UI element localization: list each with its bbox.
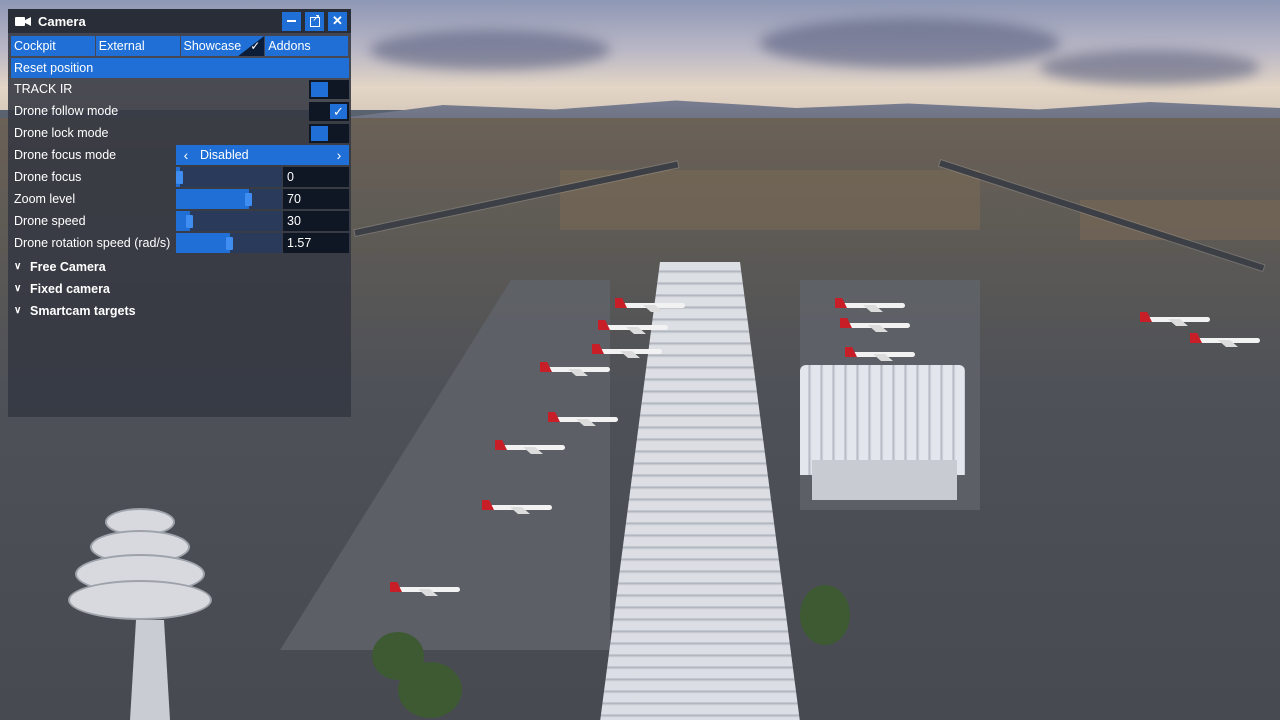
panel-title: Camera [38, 13, 86, 29]
chevron-down-icon: ∨ [14, 283, 22, 294]
control-tower-top [68, 508, 212, 628]
camera-tabs: Cockpit External Showcase ✓ Addons [8, 36, 351, 56]
slider-handle[interactable] [186, 215, 193, 228]
aircraft [390, 582, 460, 596]
tab-addons[interactable]: Addons [265, 36, 348, 56]
tab-external[interactable]: External [95, 36, 180, 56]
drone-focus-value[interactable]: 0 [283, 167, 349, 187]
drone-lock-mode-label: Drone lock mode [14, 126, 109, 140]
aircraft [540, 362, 610, 376]
drone-focus-mode-row: Drone focus mode ‹ Disabled › [8, 144, 351, 166]
minimize-button[interactable] [282, 11, 301, 31]
track-ir-label: TRACK IR [14, 82, 73, 96]
drone-rotation-speed-value[interactable]: 1.57 [283, 233, 349, 253]
slider-handle[interactable] [226, 237, 233, 250]
zoom-level-value[interactable]: 70 [283, 189, 349, 209]
slider-handle[interactable] [176, 171, 183, 184]
tree [398, 662, 462, 718]
drone-lock-mode-toggle[interactable] [309, 124, 349, 143]
chevron-left-icon[interactable]: ‹ [178, 145, 194, 165]
tab-showcase[interactable]: Showcase ✓ [180, 36, 265, 56]
chevron-down-icon: ∨ [14, 261, 22, 272]
tab-label: Cockpit [14, 39, 56, 53]
checkmark-icon: ✓ [250, 39, 261, 53]
drone-follow-mode-row: Drone follow mode ✓ [8, 100, 351, 122]
drone-speed-value[interactable]: 30 [283, 211, 349, 231]
tab-label: External [98, 39, 145, 53]
section-label: Smartcam targets [30, 304, 136, 318]
drone-rotation-speed-slider[interactable] [176, 233, 282, 253]
popout-button[interactable] [305, 11, 324, 31]
zoom-level-row: Zoom level 70 [8, 188, 351, 210]
aircraft [845, 347, 915, 361]
checkmark-icon: ✓ [330, 104, 347, 119]
drone-focus-label: Drone focus [14, 170, 82, 184]
drone-lock-mode-row: Drone lock mode [8, 122, 351, 144]
drone-speed-row: Drone speed 30 [8, 210, 351, 232]
terminal-satellite-roof [800, 365, 965, 475]
aircraft [592, 344, 662, 358]
section-label: Fixed camera [30, 282, 110, 296]
chevron-down-icon: ∨ [14, 305, 22, 316]
section-free-camera[interactable]: ∨ Free Camera [8, 256, 351, 278]
aircraft [615, 298, 685, 312]
panel-titlebar[interactable]: Camera ✕ [8, 9, 351, 33]
aircraft [1140, 312, 1210, 326]
aircraft [598, 320, 668, 334]
aircraft [482, 500, 552, 514]
close-button[interactable]: ✕ [328, 11, 347, 31]
video-camera-icon [15, 16, 31, 26]
cloud [1040, 50, 1260, 85]
camera-panel: Camera ✕ Cockpit External Showcase ✓ Addo… [8, 9, 351, 417]
tree [800, 585, 850, 645]
control-tower-stem [130, 620, 170, 720]
drone-rotation-speed-row: Drone rotation speed (rad/s) 1.57 [8, 232, 351, 254]
zoom-level-slider[interactable] [176, 189, 282, 209]
drone-focus-row: Drone focus 0 [8, 166, 351, 188]
drone-rotation-speed-label: Drone rotation speed (rad/s) [14, 236, 171, 250]
drone-focus-mode-selector[interactable]: ‹ Disabled › [176, 145, 349, 165]
drone-focus-slider[interactable] [176, 167, 282, 187]
chevron-right-icon[interactable]: › [331, 145, 347, 165]
aircraft [835, 298, 905, 312]
drone-focus-mode-value: Disabled [200, 148, 249, 162]
section-label: Free Camera [30, 260, 106, 274]
aircraft [548, 412, 618, 426]
aircraft [840, 318, 910, 332]
tab-label: Addons [268, 39, 311, 53]
track-ir-row: TRACK IR [8, 78, 351, 100]
track-ir-toggle[interactable] [309, 80, 349, 99]
drone-speed-label: Drone speed [14, 214, 86, 228]
tab-label: Showcase [183, 39, 242, 53]
slider-handle[interactable] [245, 193, 252, 206]
drone-follow-mode-label: Drone follow mode [14, 104, 119, 118]
reset-position-button[interactable]: Reset position [11, 58, 349, 78]
cloud [760, 18, 1060, 68]
tab-cockpit[interactable]: Cockpit [11, 36, 95, 56]
aircraft [495, 440, 565, 454]
drone-focus-mode-label: Drone focus mode [14, 148, 117, 162]
cloud [370, 30, 610, 70]
section-fixed-camera[interactable]: ∨ Fixed camera [8, 278, 351, 300]
aircraft [1190, 333, 1260, 347]
section-smartcam-targets[interactable]: ∨ Smartcam targets [8, 300, 351, 322]
drone-follow-mode-toggle[interactable]: ✓ [309, 102, 349, 121]
terminal-satellite-base [812, 460, 957, 500]
drone-speed-slider[interactable] [176, 211, 282, 231]
zoom-level-label: Zoom level [14, 192, 76, 206]
